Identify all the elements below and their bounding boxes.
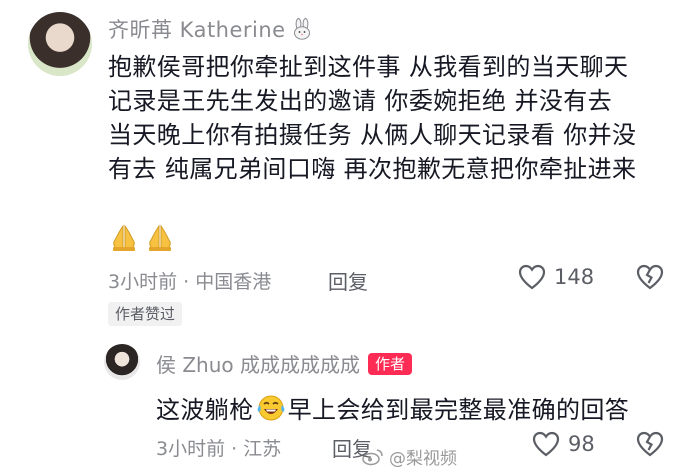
dislike-button[interactable] [636, 264, 664, 294]
broken-heart-icon [636, 431, 664, 457]
broken-heart-icon [636, 264, 664, 290]
bunny-icon [293, 18, 310, 40]
comment-line: 有去 纯属兄弟间口嗨 再次抱歉无意把你牵扯进来 [108, 155, 637, 183]
reply-avatar[interactable] [104, 344, 140, 380]
reply-dislike-button[interactable] [636, 431, 664, 461]
emoji-row [108, 222, 176, 252]
weibo-logo-icon [362, 448, 383, 465]
heart-icon [518, 264, 546, 290]
reply-like-button[interactable]: 98 [532, 431, 595, 457]
reply-author[interactable]: 侯 Zhuo 成成成成成成 作者 [156, 349, 413, 378]
comment-line: 记录是王先生发出的邀请 你委婉拒绝 并没有去 [108, 87, 613, 115]
author-name[interactable]: 齐昕苒 Katherine [108, 14, 286, 44]
reply-meta: 3小时前 · 江苏 [156, 438, 282, 460]
comment-body: 抱歉侯哥把你牵扯到这件事 从我看到的当天聊天 记录是王先生发出的邀请 你委婉拒绝… [108, 50, 673, 186]
laughing-tears-icon [257, 395, 285, 420]
comment-meta: 3小时前 · 中国香港 [108, 271, 272, 293]
avatar[interactable] [28, 12, 92, 76]
reply-text-part: 这波躺枪 [156, 396, 254, 424]
like-button[interactable]: 148 [518, 264, 594, 290]
reply-text-part: 早上会给到最完整最准确的回答 [287, 396, 630, 424]
comment-line: 当天晚上你有拍摄任务 从俩人聊天记录看 你并没 [108, 121, 637, 149]
watermark-text: @梨视频 [389, 449, 457, 469]
author-liked-tag: 作者赞过 [108, 302, 183, 326]
reply-button[interactable]: 回复 [328, 266, 368, 295]
author-badge: 作者 [368, 352, 413, 375]
comment-line: 抱歉侯哥把你牵扯到这件事 从我看到的当天聊天 [108, 53, 629, 81]
reply-author-name[interactable]: 侯 Zhuo 成成成成成成 [156, 349, 360, 378]
pray-icon [113, 224, 135, 251]
reply-like-count: 98 [568, 432, 595, 456]
pray-icon [149, 224, 171, 251]
watermark: @梨视频 [362, 444, 457, 469]
heart-icon [532, 431, 560, 457]
reply-body: 这波躺枪 早上会给到最完整最准确的回答 [156, 390, 629, 425]
like-count: 148 [554, 265, 595, 289]
comment-author[interactable]: 齐昕苒 Katherine [108, 14, 312, 44]
